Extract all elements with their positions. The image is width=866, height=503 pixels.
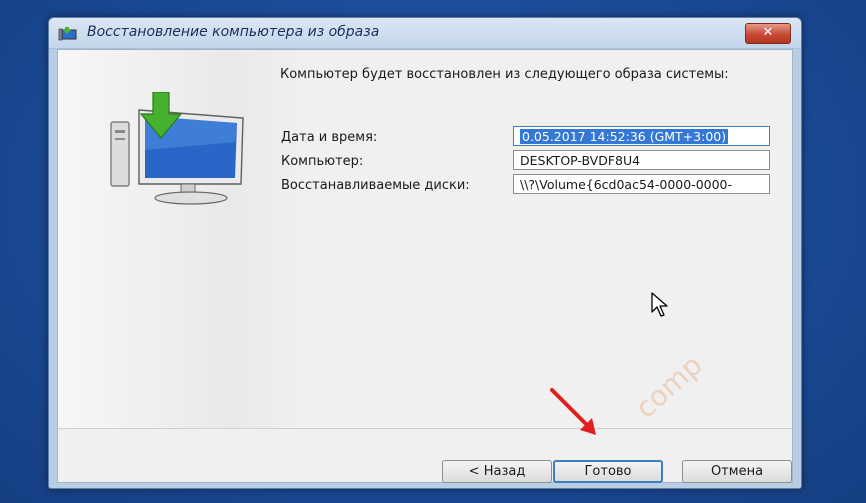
dialog-body: Компьютер будет восстановлен из следующе… bbox=[57, 49, 793, 483]
datetime-label: Дата и время: bbox=[281, 130, 378, 145]
title-bar[interactable]: Восстановление компьютера из образа ✕ bbox=[49, 18, 801, 49]
illustration-panel bbox=[58, 50, 303, 428]
computer-label: Компьютер: bbox=[281, 154, 364, 169]
window-app-icon bbox=[58, 27, 77, 41]
datetime-value: 0.05.2017 14:52:36 (GMT+3:00) bbox=[520, 129, 729, 144]
annotation-arrow-icon bbox=[550, 388, 596, 435]
disks-value: \\?\Volume{6cd0ac54-0000-0000- bbox=[520, 177, 733, 192]
restore-computer-icon bbox=[110, 92, 244, 205]
computer-field[interactable]: DESKTOP-BVDF8U4 bbox=[513, 150, 770, 170]
restore-dialog: Восстановление компьютера из образа ✕ Ко… bbox=[48, 17, 802, 489]
window-title: Восстановление компьютера из образа bbox=[87, 24, 380, 40]
footer-divider bbox=[58, 428, 792, 429]
finish-button[interactable]: Готово bbox=[553, 460, 663, 483]
disks-label: Восстанавливаемые диски: bbox=[281, 178, 470, 193]
disks-field[interactable]: \\?\Volume{6cd0ac54-0000-0000- bbox=[513, 174, 770, 194]
close-button[interactable]: ✕ bbox=[745, 23, 791, 44]
cancel-button[interactable]: Отмена bbox=[682, 460, 792, 483]
datetime-field[interactable]: 0.05.2017 14:52:36 (GMT+3:00) bbox=[513, 126, 770, 146]
description-text: Компьютер будет восстановлен из следующе… bbox=[280, 67, 729, 82]
mouse-cursor-icon bbox=[651, 292, 668, 317]
back-button[interactable]: < Назад bbox=[442, 460, 552, 483]
computer-value: DESKTOP-BVDF8U4 bbox=[520, 153, 641, 168]
close-icon: ✕ bbox=[762, 25, 774, 40]
